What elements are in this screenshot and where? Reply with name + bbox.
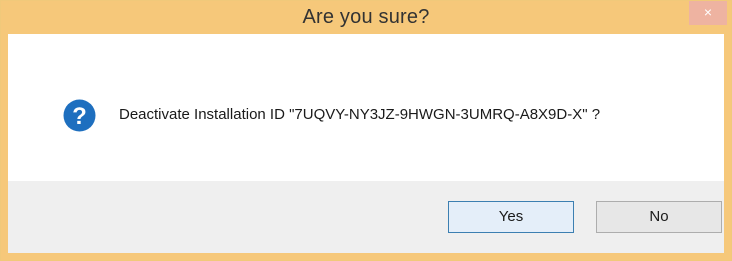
dialog-message: Deactivate Installation ID "7UQVY-NY3JZ-…	[119, 106, 601, 123]
button-bar: Yes No	[8, 181, 724, 253]
close-button[interactable]: ×	[689, 1, 727, 25]
title-bar[interactable]: Are you sure? ×	[1, 1, 731, 34]
dialog-title: Are you sure?	[302, 6, 430, 28]
question-icon: ?	[63, 99, 96, 132]
dialog-window: Are you sure? × ? Deactivate Installatio…	[0, 0, 732, 261]
message-area: ? Deactivate Installation ID "7UQVY-NY3J…	[8, 34, 724, 181]
close-icon: ×	[703, 4, 713, 20]
no-button[interactable]: No	[596, 201, 722, 233]
yes-button[interactable]: Yes	[448, 201, 574, 233]
svg-text:?: ?	[72, 103, 87, 130]
dialog-body: ? Deactivate Installation ID "7UQVY-NY3J…	[8, 34, 724, 253]
